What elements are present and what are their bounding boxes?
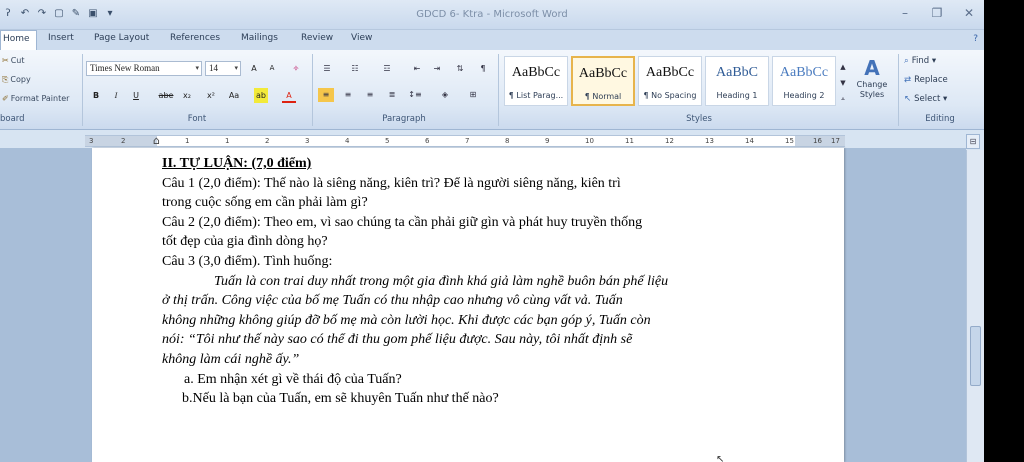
bold-button[interactable]: B [90, 88, 102, 103]
question-line: Câu 2 (2,0 điểm): Theo em, vì sao chúng … [162, 214, 643, 230]
minimize-icon[interactable]: – [898, 6, 912, 20]
bullets-icon[interactable]: ☰ [318, 62, 336, 76]
change-styles-button[interactable]: A Change Styles [852, 56, 892, 100]
select-button[interactable]: ↖ Select ▾ [904, 94, 947, 104]
style-heading-1[interactable]: AaBbC Heading 1 [705, 56, 769, 106]
superscript-button[interactable]: x² [204, 88, 218, 103]
chevron-down-icon: ▾ [234, 64, 238, 72]
binoculars-icon: ⌕ [904, 56, 909, 66]
scenario-line: Tuấn là con trai duy nhất trong một gia … [214, 273, 669, 289]
mouse-cursor-icon: ↖ [716, 454, 725, 462]
title-bar: ʔ ↶ ↷ ▢ ✎ ▣ ▾ GDCD 6- Ktra - Microsoft W… [0, 0, 984, 30]
shrink-font-button[interactable]: A [265, 61, 279, 76]
scenario-line: ở thị trấn. Công việc của bố mẹ Tuấn có … [162, 293, 623, 309]
close-icon[interactable]: ✕ [962, 6, 976, 20]
font-group-label: Font [187, 114, 207, 124]
change-styles-icon: A [864, 56, 880, 80]
find-button[interactable]: ⌕ Find ▾ [904, 56, 936, 66]
scenario-line: nói: “Tôi như thế này sao có thể đi thu … [162, 332, 633, 348]
window-title: GDCD 6- Ktra - Microsoft Word [416, 9, 568, 20]
question-line: Câu 3 (3,0 điểm). Tình huống: [162, 253, 333, 269]
scenario-line: không làm cái nghề ấy.” [162, 351, 300, 367]
scrollbar-thumb[interactable] [970, 326, 981, 386]
justify-icon[interactable]: ≣ [384, 88, 400, 102]
highlight-icon[interactable]: ab [254, 88, 268, 103]
font-size-dropdown[interactable]: 14 ▾ [205, 61, 241, 76]
cut-button[interactable]: ✂ Cut [2, 56, 25, 65]
tab-insert[interactable]: Insert [48, 33, 74, 43]
change-case-button[interactable]: Aa [226, 88, 242, 103]
scissors-icon: ✂ [2, 56, 9, 65]
question-line: tốt đẹp của gia đình dòng họ? [162, 234, 328, 250]
tab-view[interactable]: View [351, 33, 372, 43]
sort-icon[interactable]: ⇅ [452, 62, 468, 76]
ribbon-home: ✂ Cut ⎘ Copy ✐ Format Painter board Times N… [0, 50, 984, 130]
vertical-scrollbar[interactable] [966, 150, 984, 462]
sub-question-b: b.Nếu là bạn của Tuấn, em sẽ khuyên Tuấn… [182, 391, 499, 407]
tab-mailings[interactable]: Mailings [241, 33, 278, 43]
section-heading: II. TỰ LUẬN: (7,0 điểm) [162, 156, 312, 171]
align-left-icon[interactable]: ≡ [318, 88, 334, 102]
line-spacing-icon[interactable]: ↕≡ [406, 88, 424, 102]
indent-marker-icon[interactable]: ⌂ [153, 135, 160, 146]
multilevel-list-icon[interactable]: ☲ [376, 62, 398, 76]
cursor-icon: ↖ [904, 94, 912, 104]
copy-icon: ⎘ [2, 75, 9, 84]
tab-page-layout[interactable]: Page Layout [94, 33, 149, 43]
replace-button[interactable]: ⇄ Replace [904, 75, 948, 85]
document-area: II. TỰ LUẬN: (7,0 điểm) Câu 1 (2,0 điểm)… [0, 148, 966, 462]
italic-button[interactable]: I [110, 88, 122, 103]
tab-references[interactable]: References [170, 33, 220, 43]
paragraph-group-label: Paragraph [382, 114, 426, 124]
document-page[interactable]: II. TỰ LUẬN: (7,0 điểm) Câu 1 (2,0 điểm)… [92, 148, 844, 462]
underline-button[interactable]: U [130, 88, 142, 103]
help-icon[interactable]: ? [973, 34, 978, 44]
window-controls: – ❐ ✕ [898, 6, 976, 20]
decrease-indent-icon[interactable]: ⇤ [410, 62, 424, 76]
style-normal[interactable]: AaBbCc ¶ Normal [571, 56, 635, 106]
horizontal-ruler[interactable]: 3 2 ⌂ 1 1 2 3 4 5 6 7 8 9 10 11 12 13 14… [85, 135, 845, 147]
ribbon-tabs: Home Insert Page Layout References Maili… [0, 30, 984, 51]
brush-icon: ✐ [2, 94, 9, 103]
view-ruler-icon[interactable]: ⊟ [966, 134, 980, 149]
increase-indent-icon[interactable]: ⇥ [430, 62, 444, 76]
clear-formatting-icon[interactable]: ✧ [288, 61, 304, 76]
font-name-dropdown[interactable]: Times New Roman ▾ [86, 61, 202, 76]
shading-icon[interactable]: ◈ [436, 88, 454, 102]
show-formatting-icon[interactable]: ¶ [476, 62, 490, 76]
subscript-button[interactable]: x₂ [180, 88, 194, 103]
question-line: Câu 1 (2,0 điểm): Thế nào là siêng năng,… [162, 175, 621, 191]
format-painter-button[interactable]: ✐ Format Painter [2, 94, 69, 103]
styles-group-label: Styles [686, 114, 712, 124]
borders-icon[interactable]: ⊞ [464, 88, 482, 102]
clipboard-group-label: board [0, 114, 25, 124]
style-no-spacing[interactable]: AaBbCc ¶ No Spacing [638, 56, 702, 106]
grow-font-button[interactable]: A [247, 61, 261, 76]
sub-question-a: a. Em nhận xét gì về thái độ của Tuấn? [184, 371, 402, 387]
scenario-line: không những không giúp đỡ bố mẹ mà còn l… [162, 312, 651, 328]
document-text[interactable]: II. TỰ LUẬN: (7,0 điểm) Câu 1 (2,0 điểm)… [162, 154, 802, 409]
styles-scroll-down-icon[interactable]: ▼ [838, 76, 848, 90]
strikethrough-button[interactable]: abe [156, 88, 176, 103]
styles-more-icon[interactable]: ⩡ [838, 92, 848, 106]
styles-scroll-up-icon[interactable]: ▲ [838, 60, 848, 74]
numbering-icon[interactable]: ☷ [346, 62, 364, 76]
restore-icon[interactable]: ❐ [930, 6, 944, 20]
replace-icon: ⇄ [904, 75, 912, 85]
tab-home[interactable]: Home [0, 30, 37, 51]
tab-review[interactable]: Review [301, 33, 333, 43]
align-center-icon[interactable]: ≡ [340, 88, 356, 102]
font-color-button[interactable]: A [282, 88, 296, 103]
screen-edge [984, 0, 1024, 462]
style-list-paragraph[interactable]: AaBbCc ¶ List Parag... [504, 56, 568, 106]
style-heading-2[interactable]: AaBbCc Heading 2 [772, 56, 836, 106]
word-window: ʔ ↶ ↷ ▢ ✎ ▣ ▾ GDCD 6- Ktra - Microsoft W… [0, 0, 984, 462]
chevron-down-icon: ▾ [195, 64, 199, 72]
copy-button[interactable]: ⎘ Copy [2, 75, 31, 85]
editing-group-label: Editing [925, 114, 955, 124]
align-right-icon[interactable]: ≡ [362, 88, 378, 102]
question-line: trong cuộc sống em cần phải làm gì? [162, 195, 368, 211]
